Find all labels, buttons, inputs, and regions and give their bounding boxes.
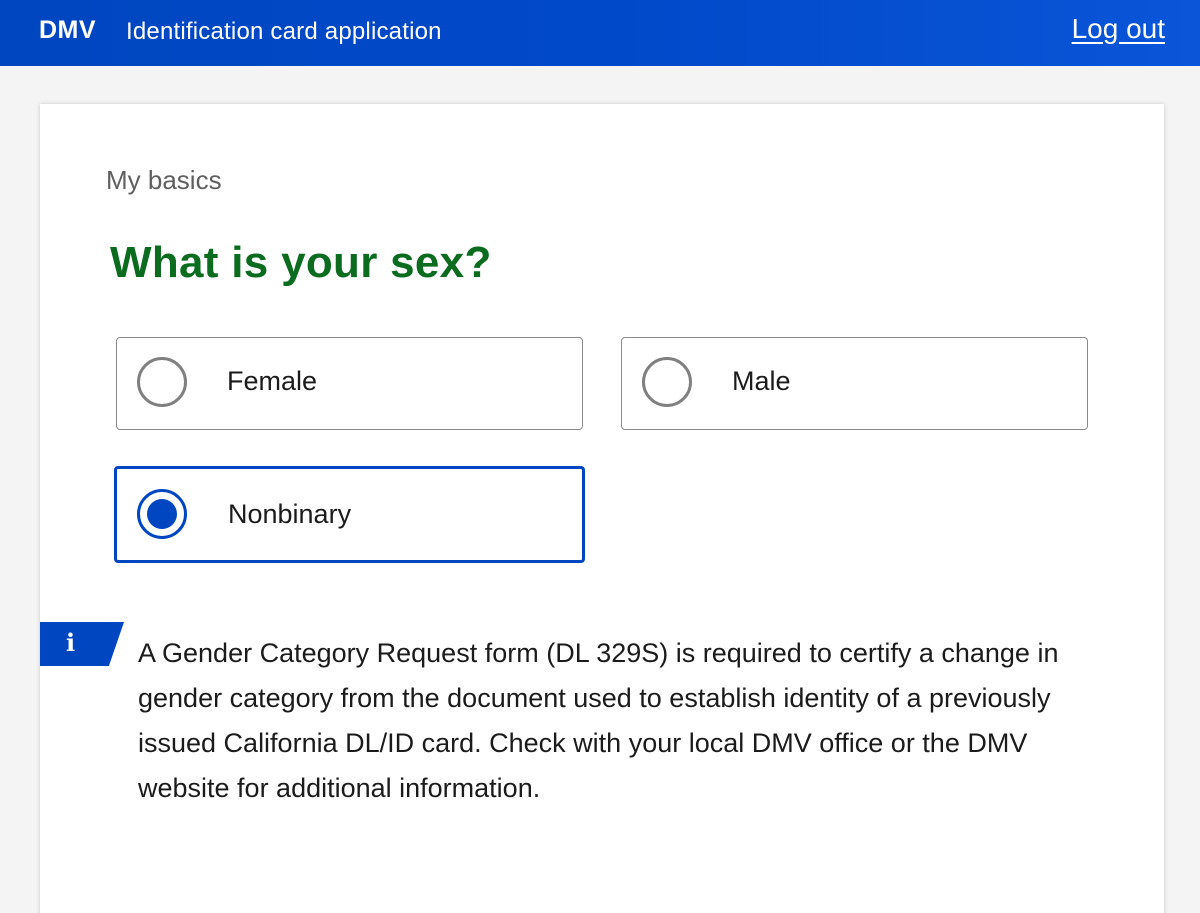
radio-selected-icon[interactable] — [137, 489, 187, 539]
info-flag: i — [40, 622, 124, 666]
top-navigation-bar: DMV Identification card application Log … — [0, 0, 1200, 66]
section-label: My basics — [106, 165, 222, 195]
radio-option-label: Nonbinary — [228, 499, 352, 529]
dmv-logo-text: DMV — [39, 16, 97, 44]
application-title: Identification card application — [126, 18, 442, 45]
question-heading: What is your sex? — [110, 238, 492, 287]
info-icon: i — [66, 628, 76, 657]
radio-unselected-icon[interactable] — [137, 357, 187, 407]
form-card: My basics What is your sex? Female Male … — [40, 104, 1164, 913]
radio-unselected-icon[interactable] — [642, 357, 692, 407]
info-notice-text: A Gender Category Request form (DL 329S)… — [138, 638, 1059, 803]
logout-link[interactable]: Log out — [1072, 13, 1165, 45]
radio-option-label: Female — [227, 366, 318, 396]
radio-option-female[interactable]: Female — [116, 337, 583, 430]
radio-option-male[interactable]: Male — [621, 337, 1088, 430]
radio-option-label: Male — [732, 366, 791, 396]
radio-option-nonbinary[interactable]: Nonbinary — [114, 466, 585, 563]
